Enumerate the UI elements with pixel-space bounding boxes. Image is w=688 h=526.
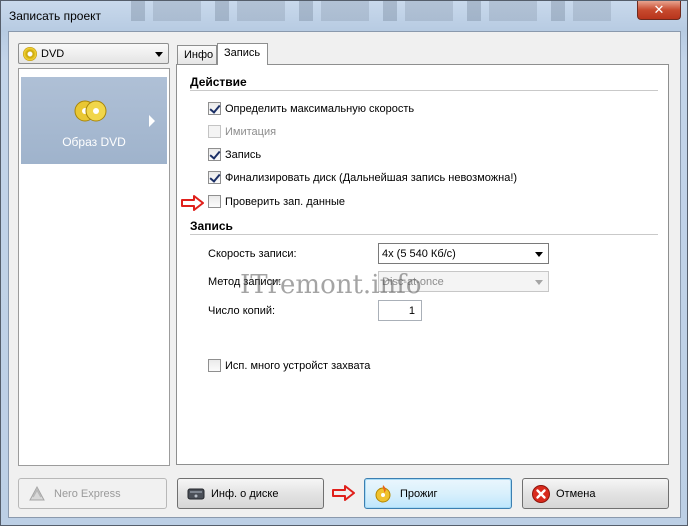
button-label: Прожиг [400,488,438,500]
write-speed-select[interactable]: 4x (5 540 Кб/с) [378,243,549,264]
disc-type-value: DVD [41,48,65,60]
checkbox-label: Исп. много устройст захвата [225,360,371,372]
checkbox-label: Финализировать диск (Дальнейшая запись н… [225,172,518,184]
burn-project-dialog: Записать проект ✕ DVD Образ DVD Инфо Зап… [0,0,688,526]
tab-info[interactable]: Инфо [177,45,217,64]
checkbox-box[interactable] [208,171,221,184]
dvd-image-icon [74,100,107,122]
checkbox-box[interactable] [208,359,221,372]
list-item-label: Образ DVD [62,135,126,149]
burn-button[interactable]: Прожиг [364,478,512,509]
red-arrow-annotation-icon [181,195,204,211]
tab-record[interactable]: Запись [217,43,268,65]
copies-value: 1 [408,305,415,317]
button-label: Инф. о диске [211,488,279,500]
checkbox-box[interactable] [208,102,221,115]
watermark-text: ITremont.info [240,270,422,300]
copies-label: Число копий: [208,305,276,317]
button-label: Отмена [556,488,596,500]
project-type-list[interactable]: Образ DVD [18,68,170,466]
dialog-client-area: DVD Образ DVD Инфо Запись Действие Опред… [8,31,681,518]
checkbox-label: Определить максимальную скорость [225,103,415,115]
checkbox-box[interactable] [208,148,221,161]
background-taskbar-shadow [131,1,611,21]
title-bar: Записать проект ✕ [1,1,687,31]
disc-type-select[interactable]: DVD [18,43,169,64]
write-speed-value: 4x (5 540 Кб/с) [382,248,456,260]
checkbox-box[interactable] [208,195,221,208]
burn-icon [375,485,391,503]
chevron-down-icon [155,52,163,57]
copies-input[interactable]: 1 [378,300,422,321]
tab-label: Запись [224,47,261,59]
tab-label: Инфо [184,49,214,61]
disc-drive-icon [187,488,205,500]
checkbox-label: Проверить зап. данные [225,196,346,208]
write-speed-label: Скорость записи: [208,248,297,260]
checkbox-label: Имитация [225,126,277,138]
record-tab-panel: Действие Определить максимальную скорост… [176,64,669,465]
section-title-action: Действие [190,75,247,89]
cancel-button[interactable]: Отмена [522,478,669,509]
checkbox-box [208,125,221,138]
section-divider [190,90,658,91]
section-title-record: Запись [190,219,233,233]
checkbox-label: Запись [225,149,262,161]
close-button[interactable]: ✕ [637,1,681,20]
section-divider [190,234,658,235]
button-label: Nero Express [54,488,121,500]
chevron-down-icon [535,252,543,257]
disc-info-button[interactable]: Инф. о диске [177,478,324,509]
window-title: Записать проект [9,9,102,23]
list-item-dvd-image[interactable]: Образ DVD [21,77,167,164]
close-icon: ✕ [653,2,665,17]
nero-express-icon [29,485,45,501]
red-arrow-annotation-icon [332,485,355,501]
cancel-icon [532,485,550,503]
nero-express-button: Nero Express [18,478,167,509]
dvd-disc-icon [23,47,37,61]
chevron-right-icon [149,115,155,127]
chevron-down-icon [535,280,543,285]
